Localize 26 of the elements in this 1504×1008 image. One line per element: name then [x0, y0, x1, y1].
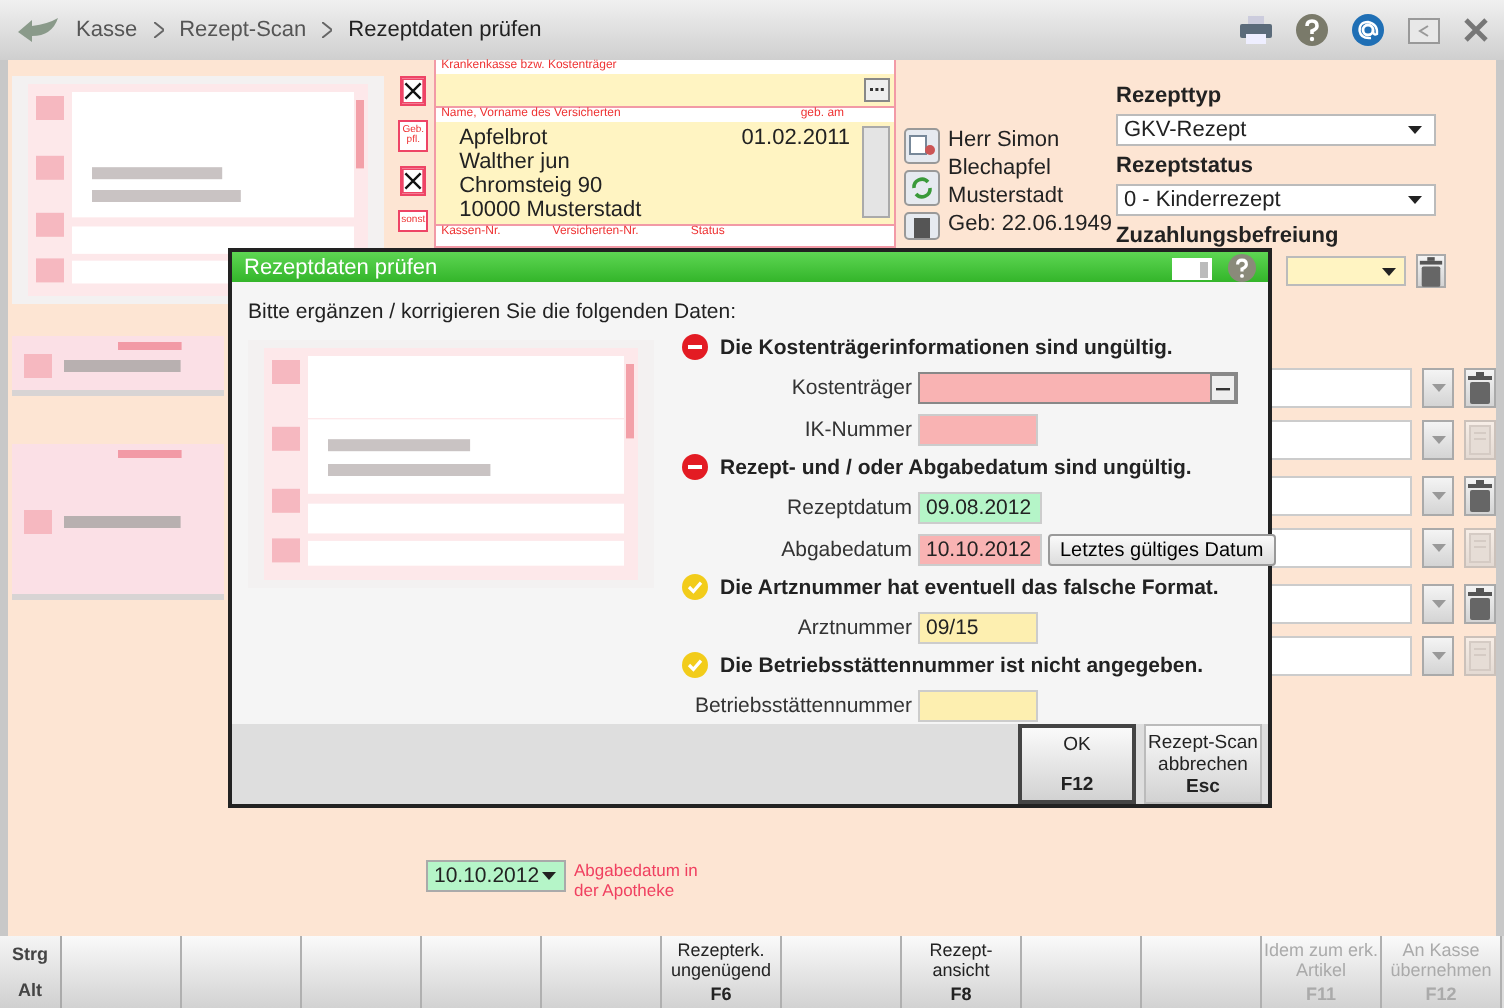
breadcrumb: Rezeptdaten prüfen — [348, 18, 542, 42]
patient-info: Musterstadt — [948, 184, 1065, 208]
birth-date: 01.02.2011 — [741, 126, 853, 154]
field-label: Abgabedatum — [779, 538, 912, 562]
field-label: Betriebsstättennummer — [692, 694, 912, 718]
instruction-text: Bitte ergänzen / korrigieren Sie die folgenden Daten: — [246, 298, 738, 324]
field-hint: Abgabedatum in der Apotheke — [574, 860, 700, 900]
field-label: Kostenträger — [789, 376, 912, 400]
field-label: Rezeptstatus — [1116, 154, 1255, 178]
field-label: Zuzahlungsbefreiung — [1116, 224, 1341, 248]
field-label: IK-Nummer — [802, 418, 912, 442]
address-line: Chromsteig 90 — [459, 174, 605, 198]
validation-message: Die Betriebsstättennummer ist nicht angegeben. — [720, 653, 1204, 677]
address-line: Walther jun — [459, 150, 572, 174]
address-line: 10000 Musterstadt — [459, 198, 644, 222]
field-label: Rezeptdatum — [785, 496, 912, 520]
validation-message: Die Artznummer hat eventuell das falsche Format. — [720, 575, 1219, 599]
field-label: Rezepttyp — [1116, 84, 1224, 108]
validation-message: Die Kostenträgerinformationen sind ungültig. — [720, 335, 1173, 359]
patient-info: Blechapfel — [948, 156, 1053, 180]
validation-message: Rezept- und / oder Abgabedatum sind ungültig. — [720, 455, 1192, 479]
dialog-title: Rezeptdaten prüfen — [244, 255, 438, 279]
address-line: Apfelbrot — [459, 126, 550, 150]
patient-info: Herr Simon — [948, 128, 1062, 152]
patient-info: Geb: 22.06.1949 — [948, 212, 1112, 236]
field-label: Arztnummer — [795, 616, 912, 640]
